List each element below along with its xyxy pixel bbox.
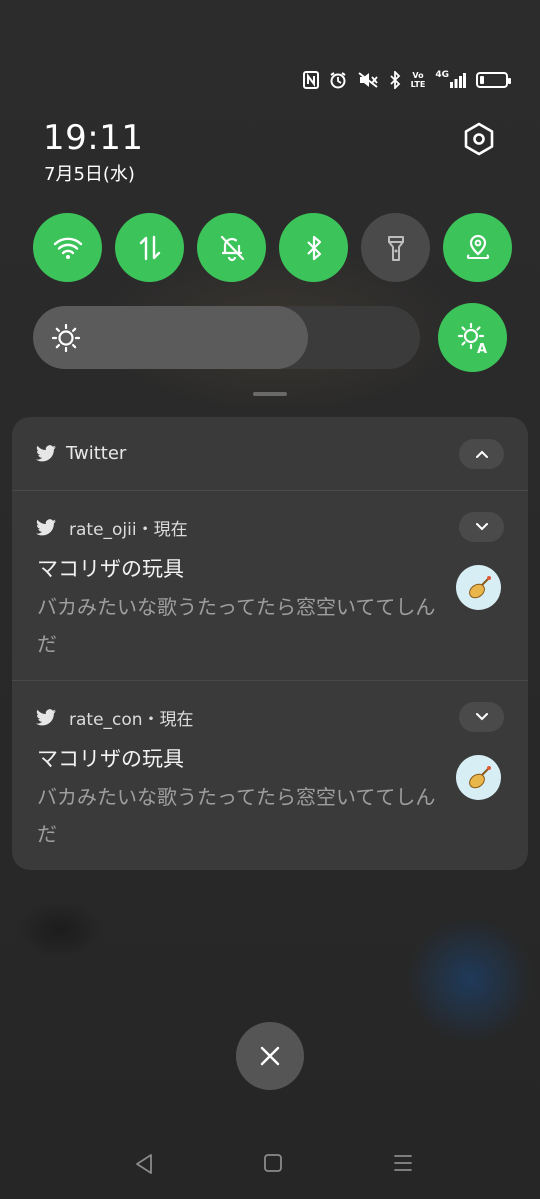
sparkler-avatar-icon (468, 575, 491, 598)
recents-button[interactable] (393, 1153, 413, 1177)
notification-body: バカみたいな歌うたってたら窓空いててしんだ (37, 785, 436, 846)
home-button[interactable] (263, 1153, 283, 1177)
settings-button[interactable] (460, 120, 498, 158)
twitter-bird-icon (36, 709, 56, 726)
date: 7月5日(水) (44, 164, 135, 185)
notification-title: マコリザの玩具 (37, 557, 184, 581)
do-not-disturb-icon (220, 235, 244, 261)
expand-notification-button[interactable] (459, 512, 504, 542)
bluetooth-icon (306, 235, 321, 260)
wifi-toggle[interactable] (33, 213, 102, 282)
notification-meta: rate_ojii・現在 (69, 520, 188, 540)
auto-brightness-icon: A (457, 322, 487, 355)
mute-icon (357, 70, 379, 90)
mobile-data-toggle[interactable] (115, 213, 184, 282)
chevron-down-icon (475, 523, 488, 531)
quick-settings-row (33, 213, 512, 282)
battery-icon (476, 72, 511, 88)
network-type-label: 4G (435, 70, 449, 80)
flashlight-icon (387, 235, 404, 261)
notification-group-twitter[interactable]: Twitter rate_ojii・現在 マコリザの玩具 バカみたいな歌うたって… (12, 417, 528, 870)
expand-notification-button[interactable] (459, 702, 504, 732)
notification-item[interactable]: rate_con・現在 マコリザの玩具 バカみたいな歌うたってたら窓空いててしん… (12, 680, 528, 869)
twitter-bird-icon (36, 519, 56, 536)
wifi-icon (53, 237, 82, 259)
auto-brightness-toggle[interactable]: A (438, 303, 507, 372)
bluetooth-toggle[interactable] (279, 213, 348, 282)
4g-signal-icon: 4G (435, 70, 466, 90)
status-bar: Vo LTE 4G (302, 70, 511, 90)
nfc-icon (302, 70, 319, 90)
navigation-bar (0, 1140, 540, 1190)
notification-body: バカみたいな歌うたってたら窓空いててしんだ (37, 595, 436, 656)
bluetooth-icon (389, 70, 401, 90)
location-icon (466, 234, 489, 259)
close-icon (260, 1046, 280, 1066)
collapse-group-button[interactable] (459, 439, 504, 469)
auto-brightness-label: A (477, 342, 487, 355)
volte-icon: Vo LTE (410, 71, 426, 89)
battery-level (480, 76, 485, 84)
flashlight-toggle[interactable] (361, 213, 430, 282)
notification-item[interactable]: rate_ojii・現在 マコリザの玩具 バカみたいな歌うたってたら窓空いててし… (12, 491, 528, 680)
notification-avatar (456, 565, 501, 610)
notification-group-header[interactable]: Twitter (12, 417, 528, 491)
twitter-bird-icon (36, 445, 56, 462)
clock: 19:11 (43, 118, 144, 158)
recents-icon (394, 1155, 412, 1171)
back-button[interactable] (134, 1153, 154, 1179)
mobile-data-icon (139, 235, 160, 260)
brightness-sun-icon (51, 323, 81, 353)
back-icon (136, 1154, 152, 1174)
notification-title: マコリザの玩具 (37, 747, 184, 771)
brightness-slider[interactable] (33, 306, 420, 369)
notification-avatar (456, 755, 501, 800)
settings-hexagon-icon (464, 122, 494, 156)
panel-drag-handle[interactable] (253, 392, 287, 396)
chevron-down-icon (475, 713, 488, 721)
chevron-up-icon (475, 450, 488, 458)
clear-all-notifications-button[interactable] (236, 1022, 304, 1090)
home-icon (264, 1154, 282, 1172)
notification-meta: rate_con・現在 (69, 710, 194, 730)
sparkler-avatar-icon (468, 765, 491, 788)
alarm-icon (329, 70, 347, 90)
location-toggle[interactable] (443, 213, 512, 282)
do-not-disturb-toggle[interactable] (197, 213, 266, 282)
notification-app-name: Twitter (66, 443, 127, 464)
